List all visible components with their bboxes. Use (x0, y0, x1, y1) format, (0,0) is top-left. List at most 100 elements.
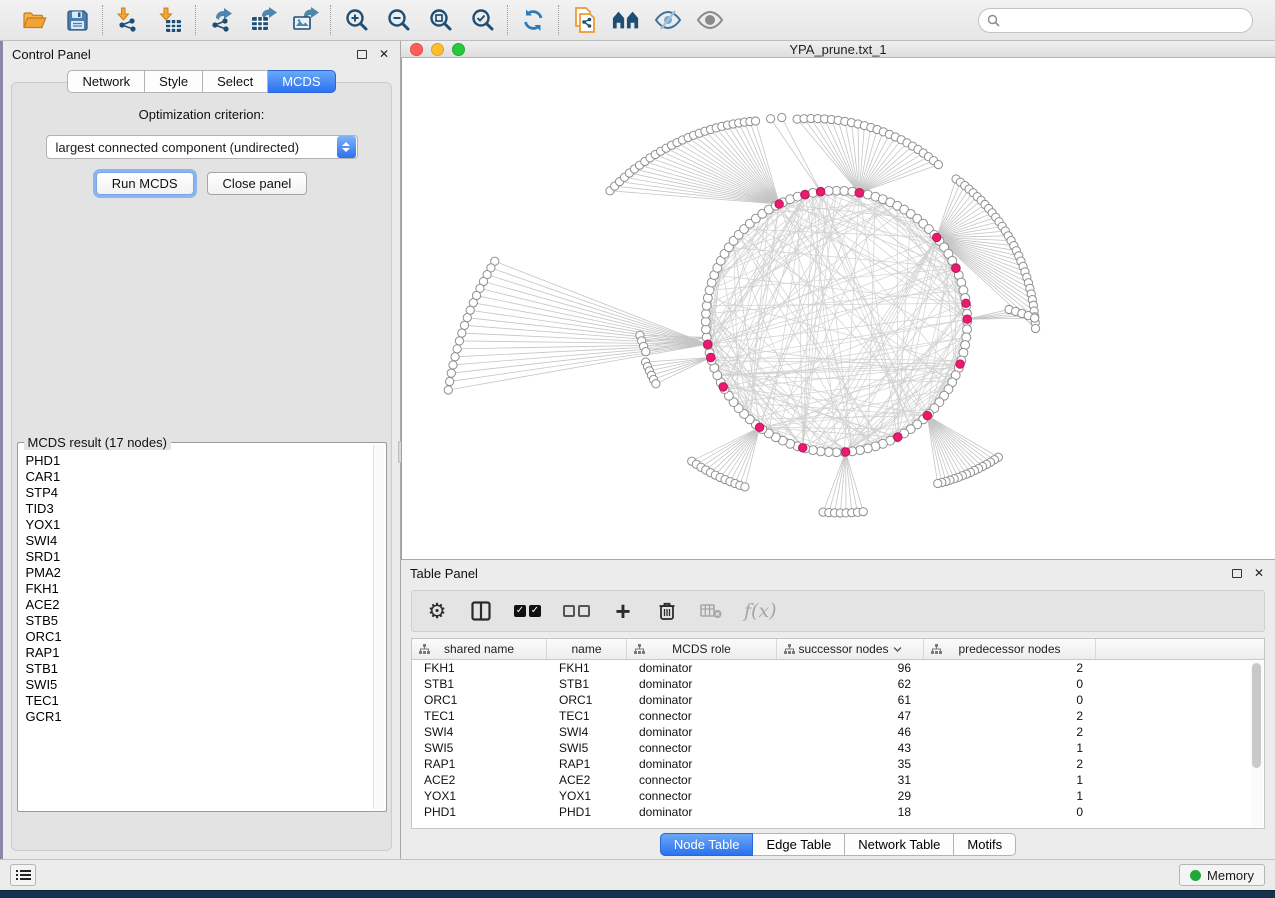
table-row[interactable]: ORC1ORC1dominator610 (412, 692, 1264, 708)
column-header-role[interactable]: MCDS role (627, 639, 777, 659)
mcds-result-item[interactable]: CAR1 (26, 469, 372, 485)
mcds-result-item[interactable]: RAP1 (26, 645, 372, 661)
show-graphics-details-icon[interactable] (696, 6, 724, 34)
cell-predecessors: 1 (924, 789, 1096, 803)
mcds-result-item[interactable]: PHD1 (26, 453, 372, 469)
cell-role: connector (627, 741, 777, 755)
result-list-scrollbar[interactable] (373, 445, 384, 809)
search-input[interactable] (1005, 13, 1244, 27)
table-row[interactable]: RAP1RAP1dominator352 (412, 756, 1264, 772)
zoom-in-icon[interactable] (342, 6, 370, 34)
control-panel-tab-mcds[interactable]: MCDS (268, 70, 335, 93)
hide-graphics-details-icon[interactable] (654, 6, 682, 34)
table-tab-network-table[interactable]: Network Table (845, 833, 954, 856)
mcds-result-item[interactable]: ACE2 (26, 597, 372, 613)
table-row[interactable]: SWI4SWI4dominator462 (412, 724, 1264, 740)
search-neighbors-icon[interactable] (612, 6, 640, 34)
close-panel-action-button[interactable]: Close panel (207, 172, 308, 195)
table-row[interactable]: STB1STB1dominator620 (412, 676, 1264, 692)
mcds-result-item[interactable]: STP4 (26, 485, 372, 501)
export-table-icon[interactable] (249, 6, 277, 34)
memory-label: Memory (1207, 868, 1254, 883)
table-tab-motifs[interactable]: Motifs (954, 833, 1016, 856)
unselect-all-icon[interactable] (563, 598, 590, 624)
cell-name: STB1 (547, 677, 627, 691)
memory-status-icon (1190, 870, 1201, 881)
column-header-successors[interactable]: successor nodes (777, 639, 924, 659)
table-tab-node-table[interactable]: Node Table (660, 833, 754, 856)
import-network-icon[interactable] (114, 6, 142, 34)
column-header-shared_name[interactable]: shared name (412, 639, 547, 659)
table-row[interactable]: SWI5SWI5connector431 (412, 740, 1264, 756)
criterion-dropdown[interactable]: largest connected component (undirected) (46, 135, 358, 159)
select-all-icon[interactable]: ✓✓ (514, 598, 541, 624)
table-row[interactable]: PHD1PHD1dominator180 (412, 804, 1264, 820)
table-scrollbar-thumb[interactable] (1252, 663, 1261, 768)
control-panel-tabs: NetworkStyleSelectMCDS (3, 67, 400, 93)
cell-shared_name: SWI5 (412, 741, 547, 755)
mcds-result-item[interactable]: STB1 (26, 661, 372, 677)
mcds-result-item[interactable]: TEC1 (26, 693, 372, 709)
control-panel-tab-select[interactable]: Select (203, 70, 268, 93)
cell-role: dominator (627, 677, 777, 691)
cell-role: connector (627, 773, 777, 787)
export-image-icon[interactable] (291, 6, 319, 34)
float-panel-button[interactable] (355, 47, 369, 61)
table-row[interactable]: FKH1FKH1dominator962 (412, 660, 1264, 676)
run-mcds-button[interactable]: Run MCDS (96, 172, 194, 195)
mcds-result-item[interactable]: SWI4 (26, 533, 372, 549)
table-options-gear-icon[interactable]: ⚙ (426, 598, 448, 624)
mcds-result-item[interactable]: PMA2 (26, 565, 372, 581)
cell-successors: 35 (777, 757, 924, 771)
cell-successors: 46 (777, 725, 924, 739)
table-row[interactable]: YOX1YOX1connector291 (412, 788, 1264, 804)
cell-shared_name: ACE2 (412, 773, 547, 787)
cell-shared_name: YOX1 (412, 789, 547, 803)
clone-network-icon[interactable] (570, 6, 598, 34)
mcds-result-item[interactable]: FKH1 (26, 581, 372, 597)
search-field[interactable] (978, 8, 1253, 33)
mcds-result-item[interactable]: ORC1 (26, 629, 372, 645)
network-canvas[interactable] (401, 58, 1275, 559)
task-history-button[interactable] (10, 864, 36, 886)
refresh-layout-icon[interactable] (519, 6, 547, 34)
export-network-icon[interactable] (207, 6, 235, 34)
mcds-result-list[interactable]: PHD1CAR1STP4TID3YOX1SWI4SRD1PMA2FKH1ACE2… (20, 449, 372, 809)
table-tab-edge-table[interactable]: Edge Table (753, 833, 845, 856)
column-header-predecessors[interactable]: predecessor nodes (924, 639, 1096, 659)
table-panel-title: Table Panel (410, 566, 1222, 581)
delete-column-icon[interactable] (656, 598, 678, 624)
mcds-result-item[interactable]: TID3 (26, 501, 372, 517)
zoom-out-icon[interactable] (384, 6, 412, 34)
mcds-result-item[interactable]: YOX1 (26, 517, 372, 533)
mcds-result-item[interactable]: SRD1 (26, 549, 372, 565)
table-toolbar: ⚙ ✓✓ + f(x) (411, 590, 1265, 632)
control-panel-tab-network[interactable]: Network (67, 70, 145, 93)
network-window-titlebar[interactable]: YPA_prune.txt_1 (401, 41, 1275, 58)
column-label: predecessor nodes (958, 642, 1060, 656)
zoom-selected-icon[interactable] (468, 6, 496, 34)
mcds-result-item[interactable]: GCR1 (26, 709, 372, 725)
mcds-result-item[interactable]: STB5 (26, 613, 372, 629)
column-header-name[interactable]: name (547, 639, 627, 659)
cell-name: SWI4 (547, 725, 627, 739)
create-column-icon[interactable]: + (612, 598, 634, 624)
memory-button[interactable]: Memory (1179, 864, 1265, 886)
table-row[interactable]: ACE2ACE2connector311 (412, 772, 1264, 788)
control-panel-tab-style[interactable]: Style (145, 70, 203, 93)
open-file-icon[interactable] (21, 6, 49, 34)
save-session-icon[interactable] (63, 6, 91, 34)
cell-shared_name: ORC1 (412, 693, 547, 707)
table-close-panel-button[interactable]: ✕ (1252, 566, 1266, 580)
mcds-result-item[interactable]: SWI5 (26, 677, 372, 693)
import-table-icon[interactable] (156, 6, 184, 34)
cell-predecessors: 0 (924, 805, 1096, 819)
cell-predecessors: 2 (924, 725, 1096, 739)
zoom-fit-icon[interactable] (426, 6, 454, 34)
cell-shared_name: TEC1 (412, 709, 547, 723)
table-scrollbar[interactable] (1251, 661, 1263, 827)
close-panel-button[interactable]: ✕ (377, 47, 391, 61)
show-columns-icon[interactable] (470, 598, 492, 624)
table-row[interactable]: TEC1TEC1connector472 (412, 708, 1264, 724)
table-float-panel-button[interactable] (1230, 566, 1244, 580)
